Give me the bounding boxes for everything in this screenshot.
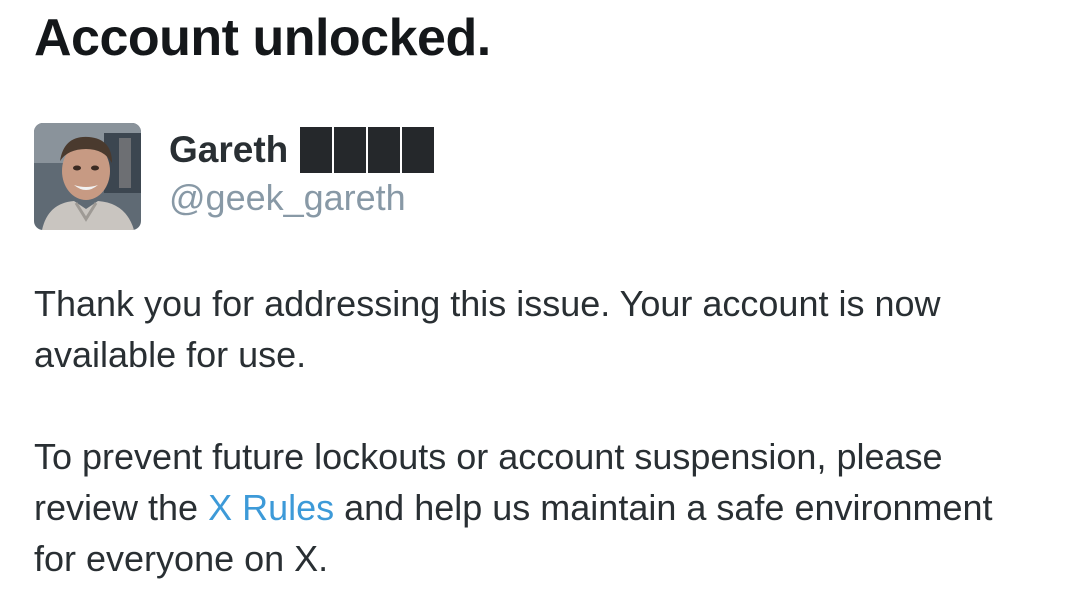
avatar[interactable] (34, 123, 141, 230)
message-body: Thank you for addressing this issue. You… (34, 278, 1044, 584)
redacted-surname (300, 127, 436, 173)
user-meta: Gareth @geek_gareth (169, 123, 436, 221)
account-card: Gareth @geek_gareth (34, 123, 436, 230)
page-title: Account unlocked. (34, 9, 491, 67)
name-line: Gareth (169, 127, 436, 173)
message-paragraph-1: Thank you for addressing this issue. You… (34, 283, 941, 375)
display-name[interactable]: Gareth (169, 127, 288, 173)
x-rules-link[interactable]: X Rules (208, 487, 334, 528)
redaction-block (300, 127, 333, 173)
redaction-block (368, 127, 401, 173)
avatar-image (34, 123, 141, 230)
redaction-block (402, 127, 435, 173)
message-paragraph-2: To prevent future lockouts or account su… (34, 431, 1044, 584)
username-handle[interactable]: @geek_gareth (169, 175, 436, 221)
redaction-block (334, 127, 367, 173)
